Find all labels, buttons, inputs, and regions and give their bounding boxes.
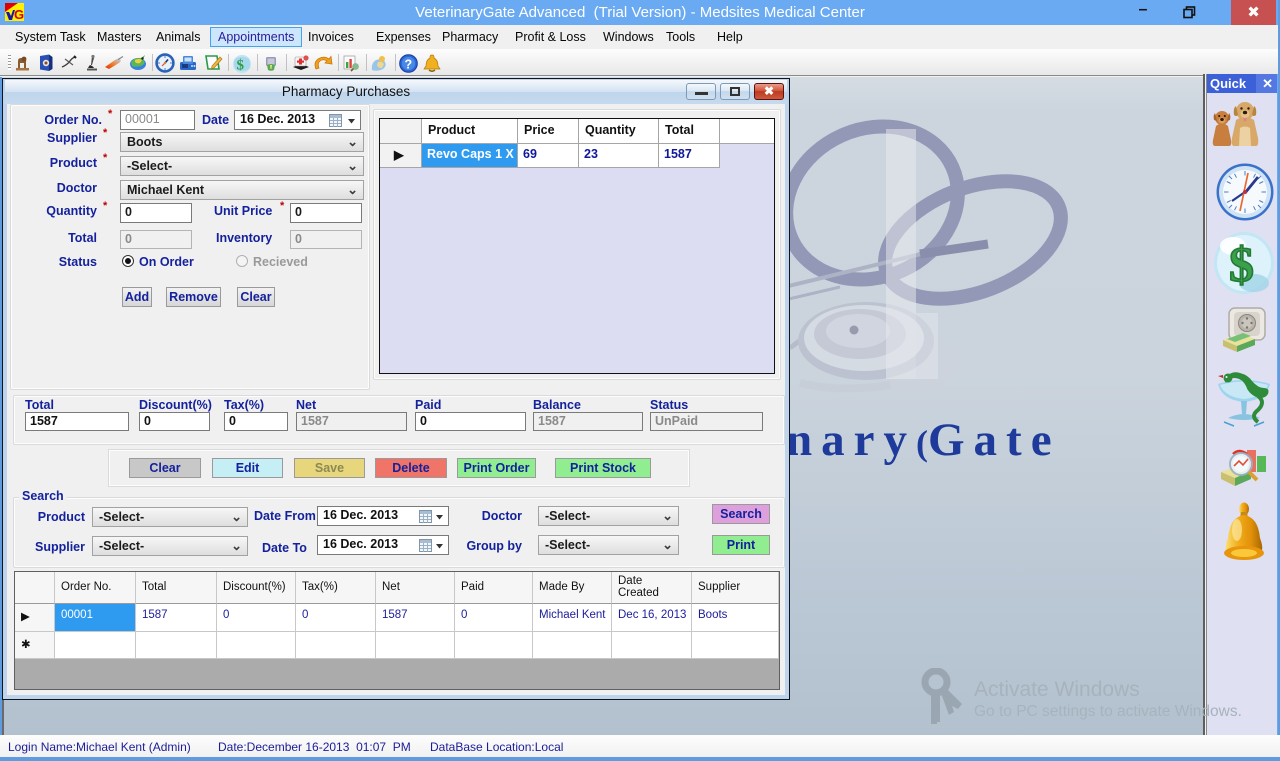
svg-text:G: G: [14, 7, 24, 21]
svg-text:$: $: [1229, 236, 1254, 292]
svg-text:$: $: [237, 58, 245, 74]
svg-text:?: ?: [405, 58, 413, 72]
